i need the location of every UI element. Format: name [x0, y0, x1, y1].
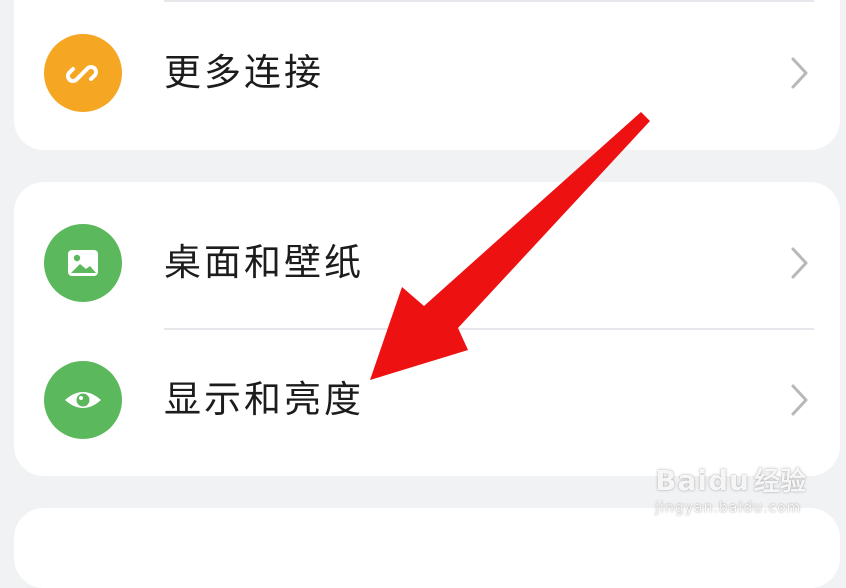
baidu-logo: Baidu [655, 464, 750, 497]
annotation-arrow [370, 112, 650, 380]
watermark-text: 经验 [753, 467, 806, 497]
watermark-domain: jingyan.baidu.com [655, 500, 802, 516]
watermark: Baidu 经验 jingyan.baidu.com [655, 461, 806, 516]
